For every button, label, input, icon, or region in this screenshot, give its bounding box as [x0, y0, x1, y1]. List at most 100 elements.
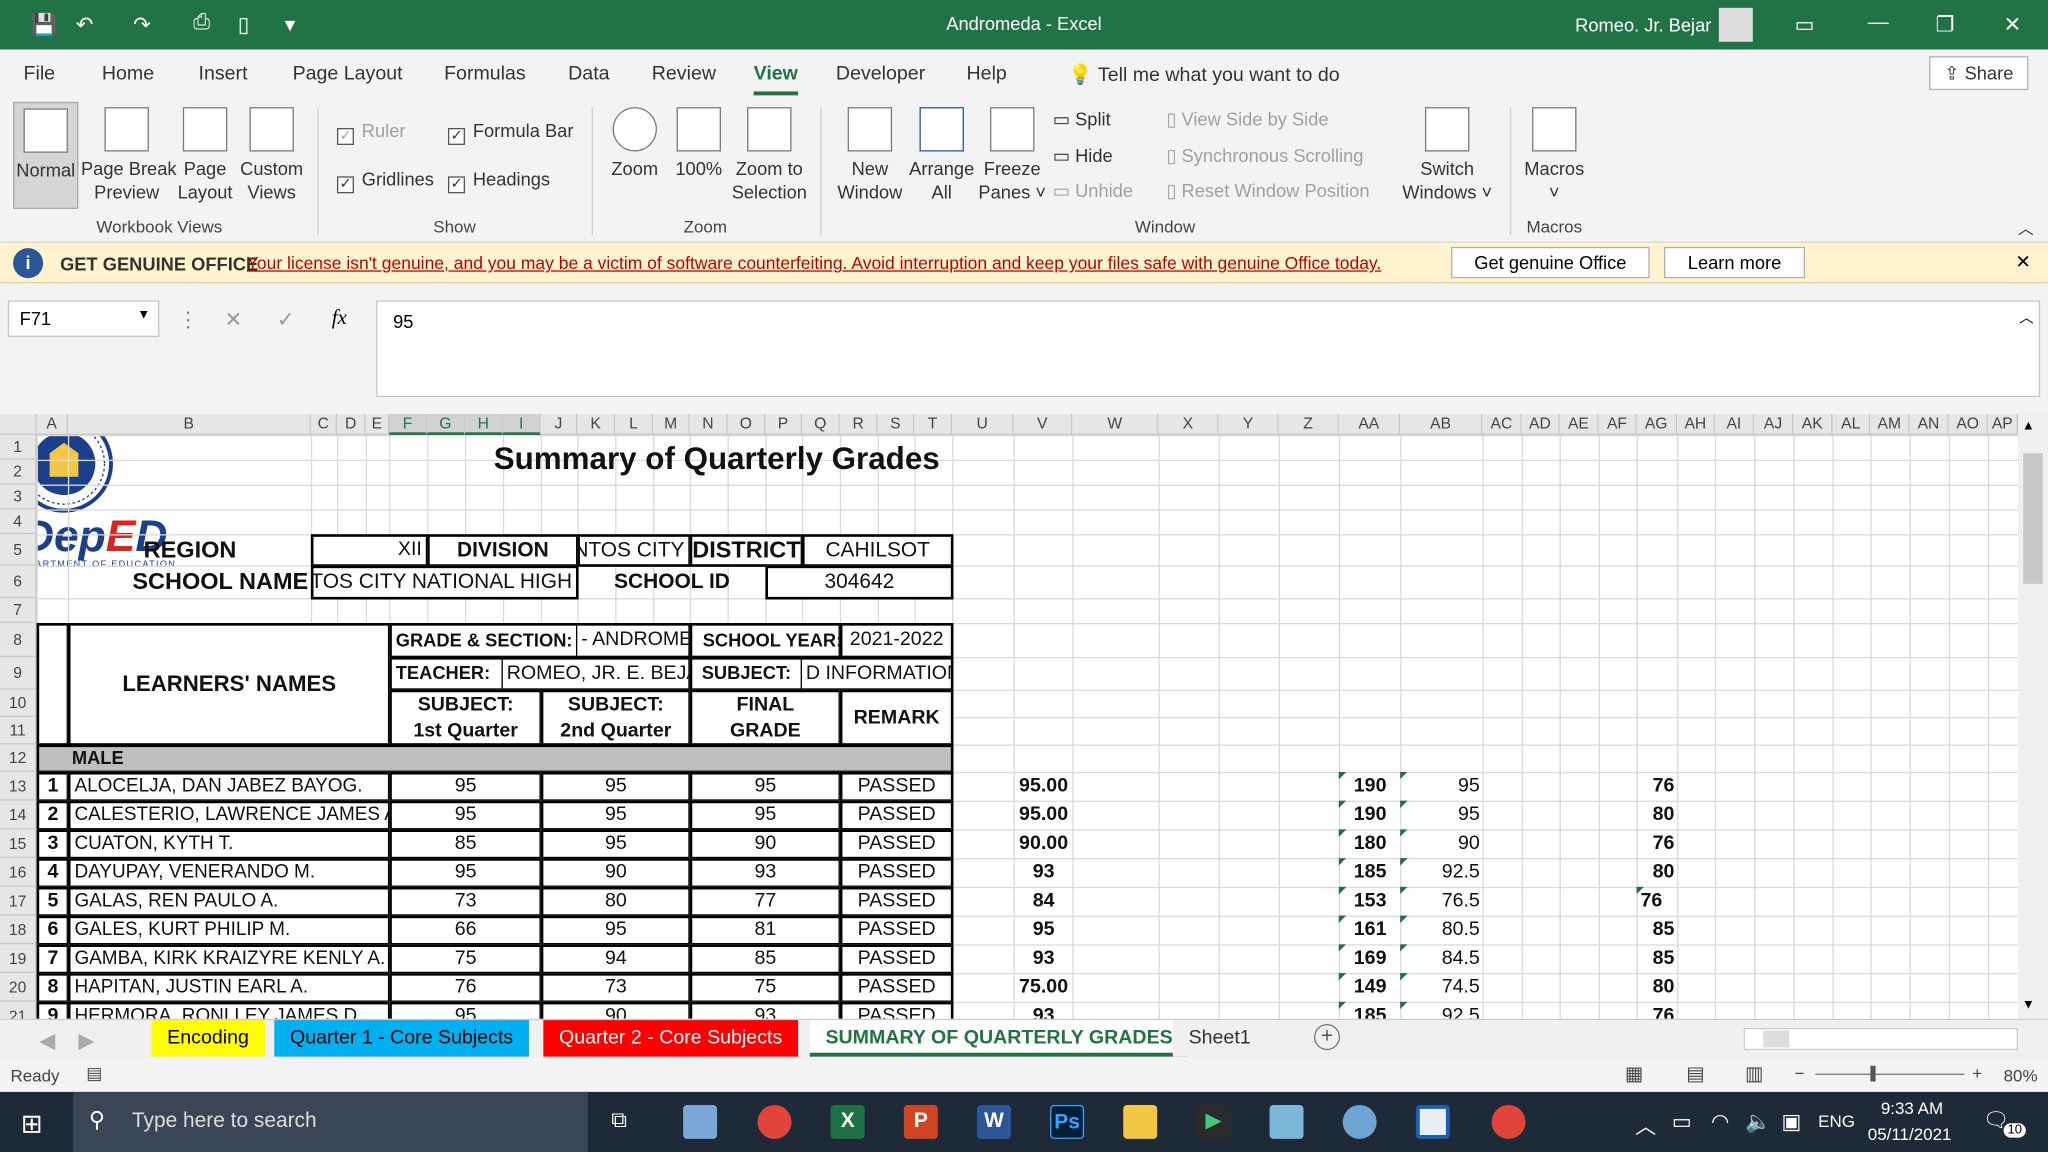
insert-function-icon[interactable]: fx — [332, 307, 347, 331]
custom-views-button[interactable]: Custom Views — [238, 107, 306, 204]
arrange-all-button[interactable]: Arrange All — [909, 107, 974, 204]
column-header-J[interactable]: J — [540, 414, 578, 435]
zoom-out-icon[interactable]: − — [1795, 1063, 1805, 1083]
volume-icon[interactable]: 🔈 — [1745, 1109, 1771, 1135]
clock-date[interactable]: 05/11/2021 — [1868, 1125, 1952, 1145]
column-header-B[interactable]: B — [67, 414, 311, 435]
row-header-21[interactable]: 21 — [0, 1001, 37, 1019]
row-header-9[interactable]: 9 — [0, 656, 37, 690]
prev-sheet-icon[interactable]: ◀ — [39, 1028, 55, 1054]
column-header-AA[interactable]: AA — [1338, 414, 1401, 435]
zoom-slider[interactable] — [1815, 1065, 1965, 1082]
share-button[interactable]: ⇪ Share — [1929, 56, 2029, 91]
column-header-AE[interactable]: AE — [1559, 414, 1599, 435]
column-header-AO[interactable]: AO — [1948, 414, 1988, 435]
split-button[interactable]: ▭ Split — [1053, 108, 1111, 130]
row-header-1[interactable]: 1 — [0, 434, 37, 460]
menu-tab-developer[interactable]: Developer — [836, 63, 925, 85]
column-header-AC[interactable]: AC — [1482, 414, 1522, 435]
formula-input[interactable]: 95 — [376, 300, 2041, 398]
page-break-preview-button[interactable]: Page Break Preview — [81, 107, 177, 204]
excel-icon[interactable]: X — [830, 1104, 865, 1139]
get-genuine-office-button[interactable]: Get genuine Office — [1451, 246, 1650, 279]
wifi-icon[interactable]: ◠ — [1711, 1109, 1729, 1135]
close-message-icon[interactable]: ✕ — [2015, 251, 2030, 273]
windows-start-icon[interactable]: ⊞ — [21, 1108, 43, 1141]
tray-chevron-icon[interactable]: ︿ — [1635, 1109, 1656, 1140]
scroll-up-icon[interactable]: ▲ — [2022, 419, 2035, 433]
formula-bar-checkbox[interactable]: ✓ Formula Bar — [447, 120, 573, 145]
zoom-in-icon[interactable]: + — [1972, 1063, 1982, 1083]
column-header-AF[interactable]: AF — [1598, 414, 1637, 435]
column-header-H[interactable]: H — [464, 414, 503, 435]
row-header-14[interactable]: 14 — [0, 800, 37, 830]
column-header-AJ[interactable]: AJ — [1754, 414, 1794, 435]
menu-tab-page-layout[interactable]: Page Layout — [293, 63, 403, 85]
ruler-checkbox[interactable]: ✓ Ruler — [336, 120, 406, 145]
column-header-X[interactable]: X — [1158, 414, 1219, 435]
horizontal-scrollbar[interactable] — [1743, 1027, 2018, 1051]
column-header-N[interactable]: N — [689, 414, 728, 435]
column-header-W[interactable]: W — [1072, 414, 1159, 435]
reset-window-position-button[interactable]: ▯ Reset Window Position — [1166, 180, 1369, 202]
column-header-AM[interactable]: AM — [1870, 414, 1910, 435]
menu-tab-help[interactable]: Help — [967, 63, 1007, 85]
row-header-18[interactable]: 18 — [0, 915, 37, 945]
column-header-AK[interactable]: AK — [1793, 414, 1833, 435]
column-header-AD[interactable]: AD — [1521, 414, 1560, 435]
row-header-17[interactable]: 17 — [0, 886, 37, 916]
zoom-level[interactable]: 80% — [2004, 1066, 2038, 1086]
page-break-icon[interactable]: ▥ — [1745, 1062, 1764, 1085]
synchronous-scrolling-button[interactable]: ▯ Synchronous Scrolling — [1166, 145, 1363, 167]
word-icon[interactable]: W — [976, 1104, 1011, 1139]
column-header-U[interactable]: U — [952, 414, 1014, 435]
column-header-P[interactable]: P — [765, 414, 802, 435]
ribbon-display-icon[interactable]: ▭ — [1795, 12, 1815, 38]
unhide-button[interactable]: ▭ Unhide — [1053, 180, 1133, 202]
sheet-tab-sheet1[interactable]: Sheet1 — [1172, 1020, 1267, 1057]
column-header-G[interactable]: G — [427, 414, 465, 435]
column-header-Y[interactable]: Y — [1218, 414, 1279, 435]
row-header-12[interactable]: 12 — [0, 744, 37, 772]
column-header-AG[interactable]: AG — [1636, 414, 1678, 435]
zoom-100-button[interactable]: 100% — [669, 107, 729, 180]
row-header-13[interactable]: 13 — [0, 771, 37, 801]
minimize-icon[interactable]: — — [1868, 12, 1889, 36]
column-header-AI[interactable]: AI — [1714, 414, 1755, 435]
license-warning-link[interactable]: Your license isn't genuine, and you may … — [247, 253, 1381, 273]
cancel-icon[interactable]: ✕ — [225, 307, 243, 333]
sheet-tab-quarter-1-core-subjects[interactable]: Quarter 1 - Core Subjects — [274, 1020, 529, 1057]
gridlines-checkbox[interactable]: ✓ Gridlines — [336, 168, 434, 194]
zoom-to-selection-button[interactable]: Zoom to Selection — [729, 107, 810, 204]
normal-view-button[interactable]: Normal — [13, 101, 79, 209]
chevron-down-icon[interactable]: ▼ — [137, 308, 150, 322]
close-icon[interactable]: ✕ — [2004, 12, 2022, 38]
clock-time[interactable]: 9:33 AM — [1881, 1098, 1943, 1118]
headings-checkbox[interactable]: ✓ Headings — [447, 168, 550, 194]
switch-windows-button[interactable]: Switch Windows ˅ — [1398, 107, 1497, 204]
column-header-R[interactable]: R — [839, 414, 878, 435]
menu-tab-home[interactable]: Home — [102, 63, 154, 85]
sheet-tab-encoding[interactable]: Encoding — [151, 1020, 265, 1057]
language-indicator[interactable]: ENG — [1818, 1112, 1855, 1132]
restore-icon[interactable]: ❐ — [1936, 12, 1955, 38]
task-view-icon[interactable]: ⧉ — [611, 1108, 627, 1134]
column-header-K[interactable]: K — [577, 414, 616, 435]
menu-tab-formulas[interactable]: Formulas — [444, 63, 526, 85]
file-explorer-icon[interactable] — [1123, 1104, 1158, 1139]
name-box[interactable]: F71 ▼ — [7, 300, 160, 337]
app-icon-explorer[interactable] — [683, 1104, 718, 1139]
column-header-AP[interactable]: AP — [1987, 414, 2018, 435]
column-header-O[interactable]: O — [727, 414, 766, 435]
row-header-8[interactable]: 8 — [0, 623, 37, 657]
column-header-AH[interactable]: AH — [1677, 414, 1715, 435]
tell-me-search[interactable]: 💡 Tell me what you want to do — [1068, 63, 1339, 86]
menu-tab-view[interactable]: View — [753, 63, 798, 96]
row-header-20[interactable]: 20 — [0, 973, 37, 1002]
freeze-panes-button[interactable]: Freeze Panes ˅ — [977, 107, 1048, 204]
column-header-F[interactable]: F — [389, 414, 428, 435]
menu-tab-file[interactable]: File — [24, 63, 56, 85]
select-all-corner[interactable] — [0, 414, 37, 435]
column-header-D[interactable]: D — [336, 414, 366, 435]
column-header-E[interactable]: E — [365, 414, 390, 435]
